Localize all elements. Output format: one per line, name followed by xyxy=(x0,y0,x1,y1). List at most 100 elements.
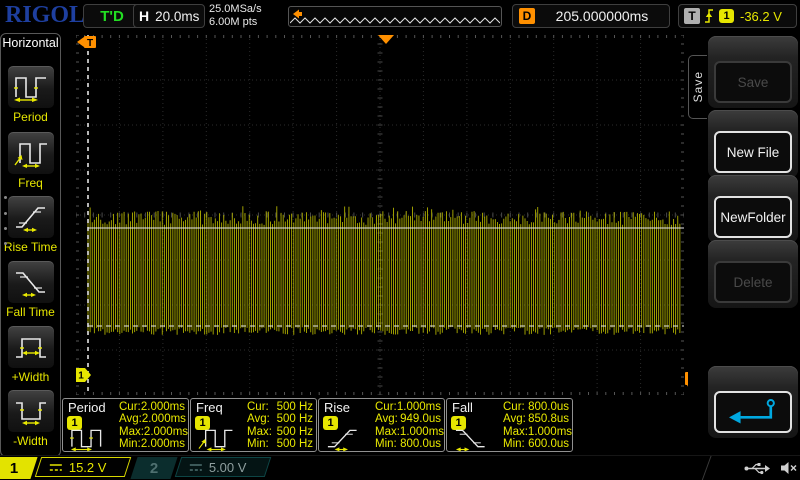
measurement-fall[interactable]: Fall 1 Cur:800.0us Avg:850.8us Max:1.000… xyxy=(446,398,573,452)
minus-width-icon xyxy=(14,396,48,426)
delay-box[interactable]: D 205.000000ms xyxy=(512,4,670,28)
channel-1-scale-box: 15.2 V xyxy=(35,457,131,477)
channel-1-status[interactable]: 1 15.2 V xyxy=(0,457,134,479)
menu-item-minus-width[interactable]: -Width xyxy=(1,389,60,448)
timebase-box[interactable]: H 20.0ms xyxy=(133,4,205,28)
measurement-period[interactable]: Period 1 Cur:2.000ms Avg:2.000ms Max:2.0… xyxy=(62,398,189,452)
trigger-source-badge: 1 xyxy=(719,9,734,23)
horizontal-label: H xyxy=(139,8,149,24)
trigger-label-badge: T xyxy=(684,8,700,24)
waveform-grid: T1 xyxy=(76,35,684,395)
measurement-name: Rise xyxy=(324,400,350,415)
memory-depth: 6.00M pts xyxy=(209,16,262,29)
new-file-button-label: New File xyxy=(727,145,780,160)
measurement-values: Cur:1.000ms Avg:949.0us Max:1.000ms Min:… xyxy=(375,401,441,450)
delay-label-badge: D xyxy=(519,8,535,24)
speaker-muted-icon xyxy=(780,461,798,475)
menu-item-plus-width[interactable]: +Width xyxy=(1,325,60,384)
menu-item-fall-time[interactable]: Fall Time xyxy=(1,260,60,319)
rigol-logo: RIGOL xyxy=(5,2,85,29)
period-button[interactable] xyxy=(7,65,55,109)
channel-1-scale: 15.2 V xyxy=(69,460,107,475)
menu-item-label: Freq xyxy=(1,176,60,190)
acquisition-info: 25.0MSa/s 6.00M pts xyxy=(209,3,262,29)
menu-item-label: Rise Time xyxy=(1,240,60,254)
menu-item-label: +Width xyxy=(1,370,60,384)
trigger-level-value: -36.2 V xyxy=(740,9,782,24)
minus-width-button[interactable] xyxy=(7,389,55,433)
measurement-name: Freq xyxy=(196,400,223,415)
dc-coupling-icon xyxy=(189,463,203,472)
save-button[interactable]: Save xyxy=(714,61,792,103)
horizontal-measure-menu: Horizontal Period xyxy=(0,33,61,457)
menu-slot xyxy=(708,366,798,438)
rise-time-button[interactable] xyxy=(7,195,55,239)
waveform-position-preview[interactable] xyxy=(288,6,502,27)
menu-slot: Delete xyxy=(708,240,798,308)
menu-slot: New File xyxy=(708,110,798,178)
save-button-label: Save xyxy=(738,75,769,90)
delay-value: 205.000000ms xyxy=(535,8,669,24)
rise-time-icon xyxy=(326,426,370,452)
menu-slot: NewFolder xyxy=(708,175,798,243)
measurement-values: Cur:500 Hz Avg:500 Hz Max:500 Hz Min:500… xyxy=(247,401,313,450)
freq-icon xyxy=(198,426,242,452)
fall-time-button[interactable] xyxy=(7,260,55,304)
menu-item-period[interactable]: Period xyxy=(1,65,60,124)
new-folder-button-label: NewFolder xyxy=(720,210,785,225)
period-icon xyxy=(14,72,48,102)
freq-icon xyxy=(14,138,48,168)
status-icons xyxy=(744,461,798,475)
save-menu-panel: Save Save New File NewFolder Delete xyxy=(688,30,800,458)
trigger-info-box[interactable]: T 1 -36.2 V xyxy=(678,4,797,28)
svg-text:1: 1 xyxy=(78,371,84,382)
measurement-name: Period xyxy=(68,400,106,415)
menu-item-label: -Width xyxy=(1,434,60,448)
page-indicator-dot xyxy=(4,212,7,215)
menu-tab-save[interactable]: Save xyxy=(688,55,707,119)
fall-time-icon xyxy=(14,267,48,297)
measurement-freq[interactable]: Freq 1 Cur:500 Hz Avg:500 Hz Max:500 Hz … xyxy=(190,398,317,452)
delete-button-label: Delete xyxy=(733,275,772,290)
menu-item-label: Fall Time xyxy=(1,305,60,319)
delete-button[interactable]: Delete xyxy=(714,261,792,303)
menu-item-freq[interactable]: Freq xyxy=(1,131,60,190)
preview-waveform xyxy=(290,8,500,26)
svg-text:T: T xyxy=(87,38,93,49)
plus-width-icon xyxy=(14,332,48,362)
channel-status-bar: 1 15.2 V 2 xyxy=(0,455,800,480)
measurement-rise[interactable]: Rise 1 Cur:1.000ms Avg:949.0us Max:1.000… xyxy=(318,398,445,452)
rise-time-icon xyxy=(14,202,48,232)
fall-time-icon xyxy=(454,426,498,452)
preview-trigger-arrow-icon xyxy=(290,8,303,20)
trigger-status: T'D xyxy=(100,8,124,25)
channel-2-scale: 5.00 V xyxy=(209,460,247,475)
return-arrow-icon xyxy=(721,396,785,428)
left-menu-title: Horizontal xyxy=(1,36,60,50)
rising-edge-icon xyxy=(704,8,714,24)
timebase-value: 20.0ms xyxy=(155,9,199,24)
freq-button[interactable] xyxy=(7,131,55,175)
channel-2-scale-box: 5.00 V xyxy=(175,457,271,477)
channel-2-badge: 2 xyxy=(130,457,177,479)
measurement-values: Cur:2.000ms Avg:2.000ms Max:2.000ms Min:… xyxy=(119,401,185,450)
page-indicator-dot xyxy=(4,227,7,230)
channel-2-status[interactable]: 2 5.00 V xyxy=(140,457,272,479)
page-indicator-dot xyxy=(4,196,7,199)
new-file-button[interactable]: New File xyxy=(714,131,792,173)
measurement-values: Cur:800.0us Avg:850.8us Max:1.000ms Min:… xyxy=(503,401,569,450)
plus-width-button[interactable] xyxy=(7,325,55,369)
menu-item-rise-time[interactable]: Rise Time xyxy=(1,195,60,254)
divider xyxy=(701,456,711,480)
page-indicator-dot xyxy=(4,242,7,245)
return-button[interactable] xyxy=(714,391,792,433)
oscilloscope-screen: RIGOL T'D H 20.0ms 25.0MSa/s 6.00M pts D… xyxy=(0,0,800,480)
dc-coupling-icon xyxy=(49,463,63,472)
menu-tab-label: Save xyxy=(691,71,705,102)
new-folder-button[interactable]: NewFolder xyxy=(714,196,792,238)
usb-icon xyxy=(744,462,770,475)
waveform-display-area: T1 xyxy=(76,35,684,395)
period-icon xyxy=(70,426,114,452)
menu-item-label: Period xyxy=(1,110,60,124)
measurement-name: Fall xyxy=(452,400,473,415)
